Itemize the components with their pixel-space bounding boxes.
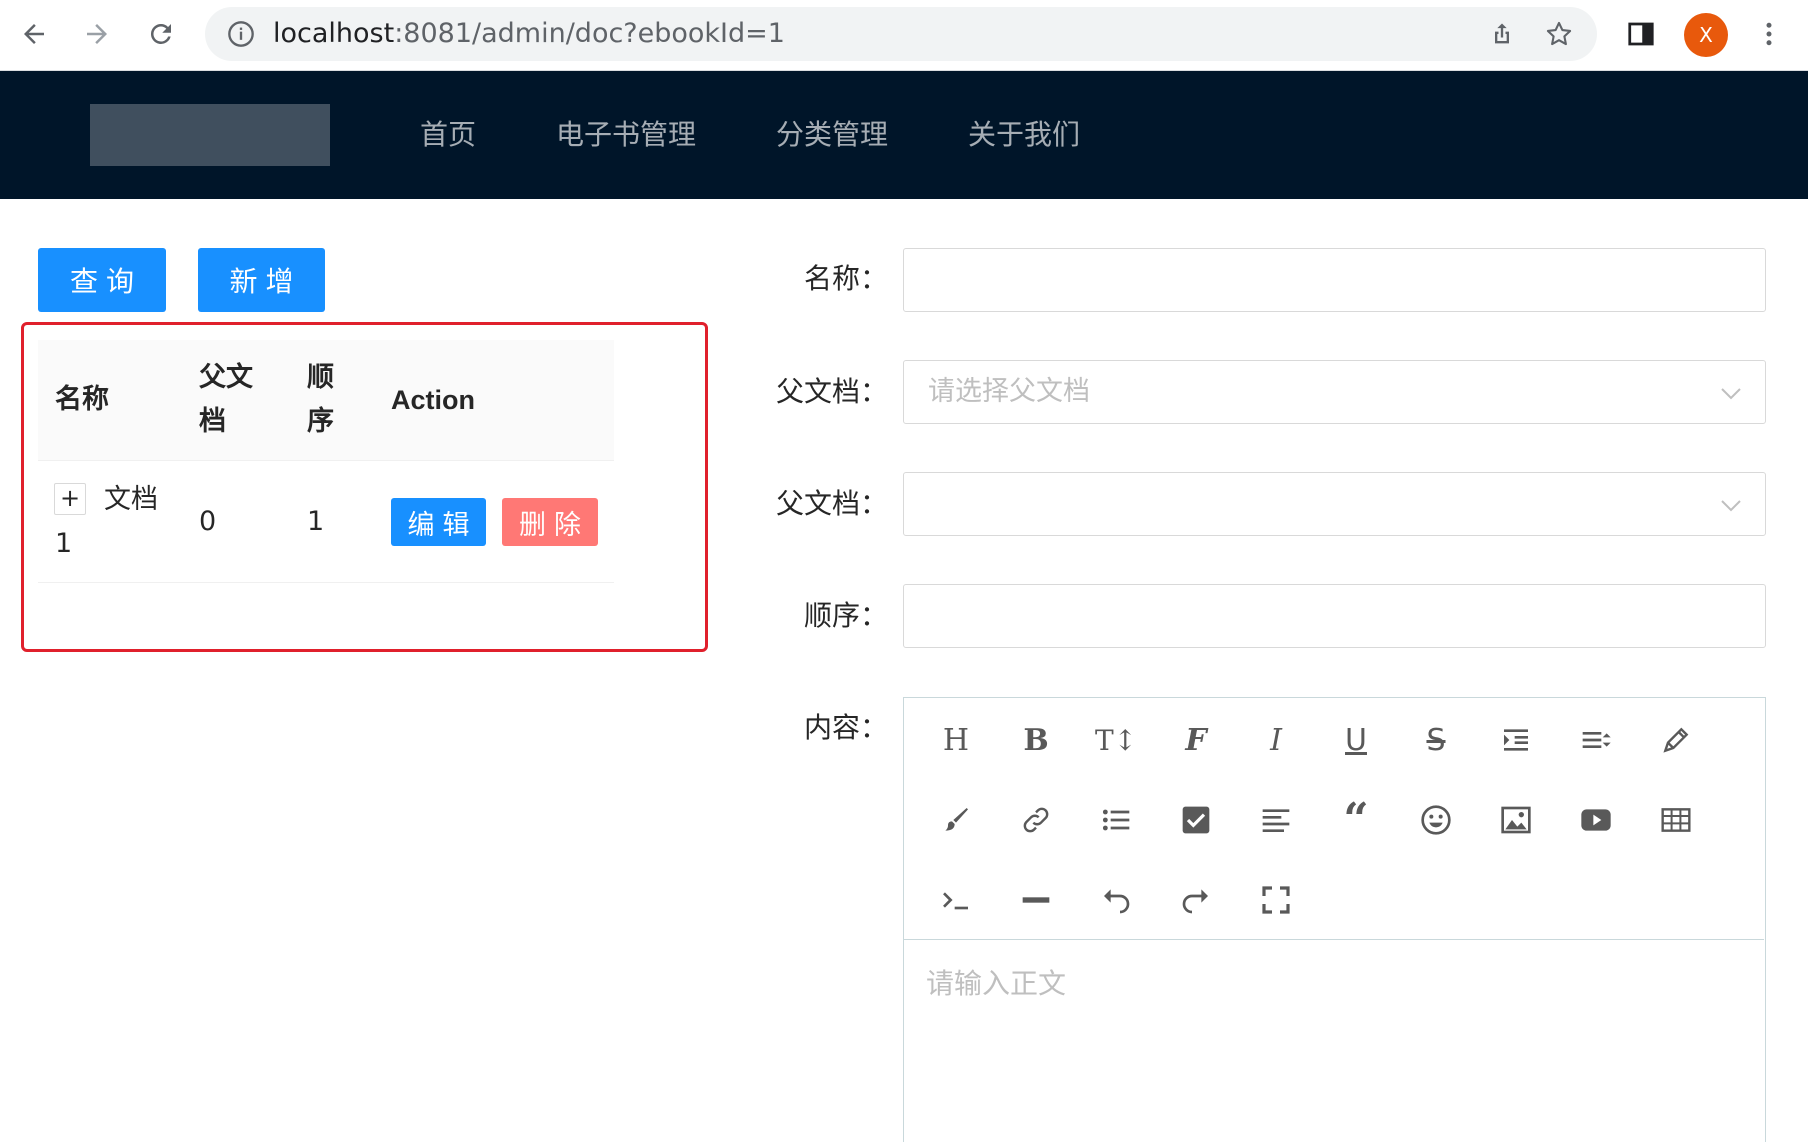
- table-row: + 文档 1 0 1 编辑 删除: [38, 461, 614, 583]
- parent-label: 父文档：: [775, 375, 888, 408]
- emoticon-icon[interactable]: [1416, 800, 1456, 840]
- underline-icon[interactable]: U: [1336, 720, 1376, 760]
- foreground-color-icon[interactable]: [1656, 720, 1696, 760]
- content-label: 内容：: [803, 711, 888, 744]
- more-menu-icon[interactable]: [1752, 17, 1786, 51]
- line-height-icon[interactable]: [1576, 720, 1616, 760]
- query-button[interactable]: 查询: [38, 248, 166, 312]
- url-path: :8081/admin/doc?ebookId=1: [394, 18, 785, 49]
- cell-name-line1: 文档: [104, 484, 158, 515]
- url-text[interactable]: localhost:8081/admin/doc?ebookId=1: [273, 19, 785, 49]
- add-button[interactable]: 新增: [198, 248, 325, 312]
- column-action: Action: [391, 385, 475, 415]
- column-parent-line2: 档: [199, 406, 226, 437]
- column-sort-line1: 顺: [307, 362, 334, 393]
- app-header: 首页 电子书管理 分类管理 关于我们: [0, 71, 1808, 199]
- heading-icon[interactable]: H: [936, 720, 976, 760]
- bulleted-list-icon[interactable]: [1096, 800, 1136, 840]
- back-icon[interactable]: [14, 14, 54, 54]
- divider-icon[interactable]: [1016, 880, 1056, 920]
- edit-button[interactable]: 编辑: [391, 498, 486, 546]
- parent-select-placeholder: 请选择父文档: [928, 376, 1090, 407]
- todo-icon[interactable]: [1176, 800, 1216, 840]
- quote-icon[interactable]: “: [1336, 794, 1376, 845]
- sort-label: 顺序：: [803, 599, 888, 632]
- background-color-icon[interactable]: [936, 800, 976, 840]
- parent-tree-select[interactable]: [903, 472, 1766, 536]
- address-bar[interactable]: localhost:8081/admin/doc?ebookId=1: [205, 7, 1597, 61]
- chevron-down-icon: [1721, 500, 1741, 512]
- top-menu: 首页 电子书管理 分类管理 关于我们: [380, 71, 1120, 199]
- font-size-icon[interactable]: T↕: [1095, 720, 1137, 760]
- profile-avatar[interactable]: X: [1684, 13, 1728, 57]
- row-expand-icon[interactable]: +: [54, 483, 86, 515]
- video-icon[interactable]: [1576, 800, 1616, 840]
- editor-placeholder[interactable]: 请输入正文: [926, 964, 1066, 1004]
- table-icon[interactable]: [1656, 800, 1696, 840]
- chevron-down-icon: [1721, 388, 1741, 400]
- browser-toolbar: localhost:8081/admin/doc?ebookId=1 X: [0, 0, 1808, 71]
- justify-icon[interactable]: [1256, 800, 1296, 840]
- column-parent-line1: 父文: [199, 362, 253, 393]
- rich-text-editor[interactable]: H B T↕ F I U S “ 请输入正文: [903, 697, 1766, 1142]
- undo-icon[interactable]: [1096, 880, 1136, 920]
- fullscreen-icon[interactable]: [1256, 880, 1296, 920]
- column-sort-line2: 序: [307, 406, 334, 437]
- parent-select[interactable]: 请选择父文档: [903, 360, 1766, 424]
- menu-item-about[interactable]: 关于我们: [928, 71, 1120, 199]
- cell-sort: 1: [307, 506, 325, 537]
- menu-item-ebook-admin[interactable]: 电子书管理: [516, 71, 736, 199]
- delete-button[interactable]: 删除: [502, 498, 598, 546]
- name-label: 名称：: [803, 262, 888, 295]
- parent2-label: 父文档：: [775, 487, 888, 520]
- code-icon[interactable]: [936, 880, 976, 920]
- italic-icon[interactable]: I: [1256, 720, 1296, 760]
- url-host: localhost: [273, 18, 395, 49]
- column-name: 名称: [55, 384, 109, 415]
- cell-parent: 0: [199, 506, 217, 537]
- indent-icon[interactable]: [1496, 720, 1536, 760]
- redo-icon[interactable]: [1176, 880, 1216, 920]
- logo-placeholder: [90, 104, 330, 166]
- font-family-icon[interactable]: F: [1176, 720, 1216, 760]
- menu-item-home[interactable]: 首页: [380, 71, 516, 199]
- site-info-icon[interactable]: [227, 20, 255, 48]
- forward-icon[interactable]: [77, 14, 117, 54]
- sort-input[interactable]: [903, 584, 1766, 648]
- share-icon[interactable]: [1488, 20, 1516, 48]
- bookmark-star-icon[interactable]: [1545, 20, 1573, 48]
- editor-toolbar: H B T↕ F I U S “: [904, 698, 1764, 940]
- link-icon[interactable]: [1016, 800, 1056, 840]
- image-icon[interactable]: [1496, 800, 1536, 840]
- side-panel-icon[interactable]: [1624, 17, 1658, 51]
- cell-name-line2: 1: [55, 528, 73, 559]
- reload-icon[interactable]: [141, 14, 181, 54]
- name-input[interactable]: [903, 248, 1766, 312]
- strikethrough-icon[interactable]: S: [1416, 720, 1456, 760]
- table-header: 名称 父文 档 顺 序 Action: [38, 340, 614, 461]
- bold-icon[interactable]: B: [1016, 720, 1056, 760]
- menu-item-category-admin[interactable]: 分类管理: [736, 71, 928, 199]
